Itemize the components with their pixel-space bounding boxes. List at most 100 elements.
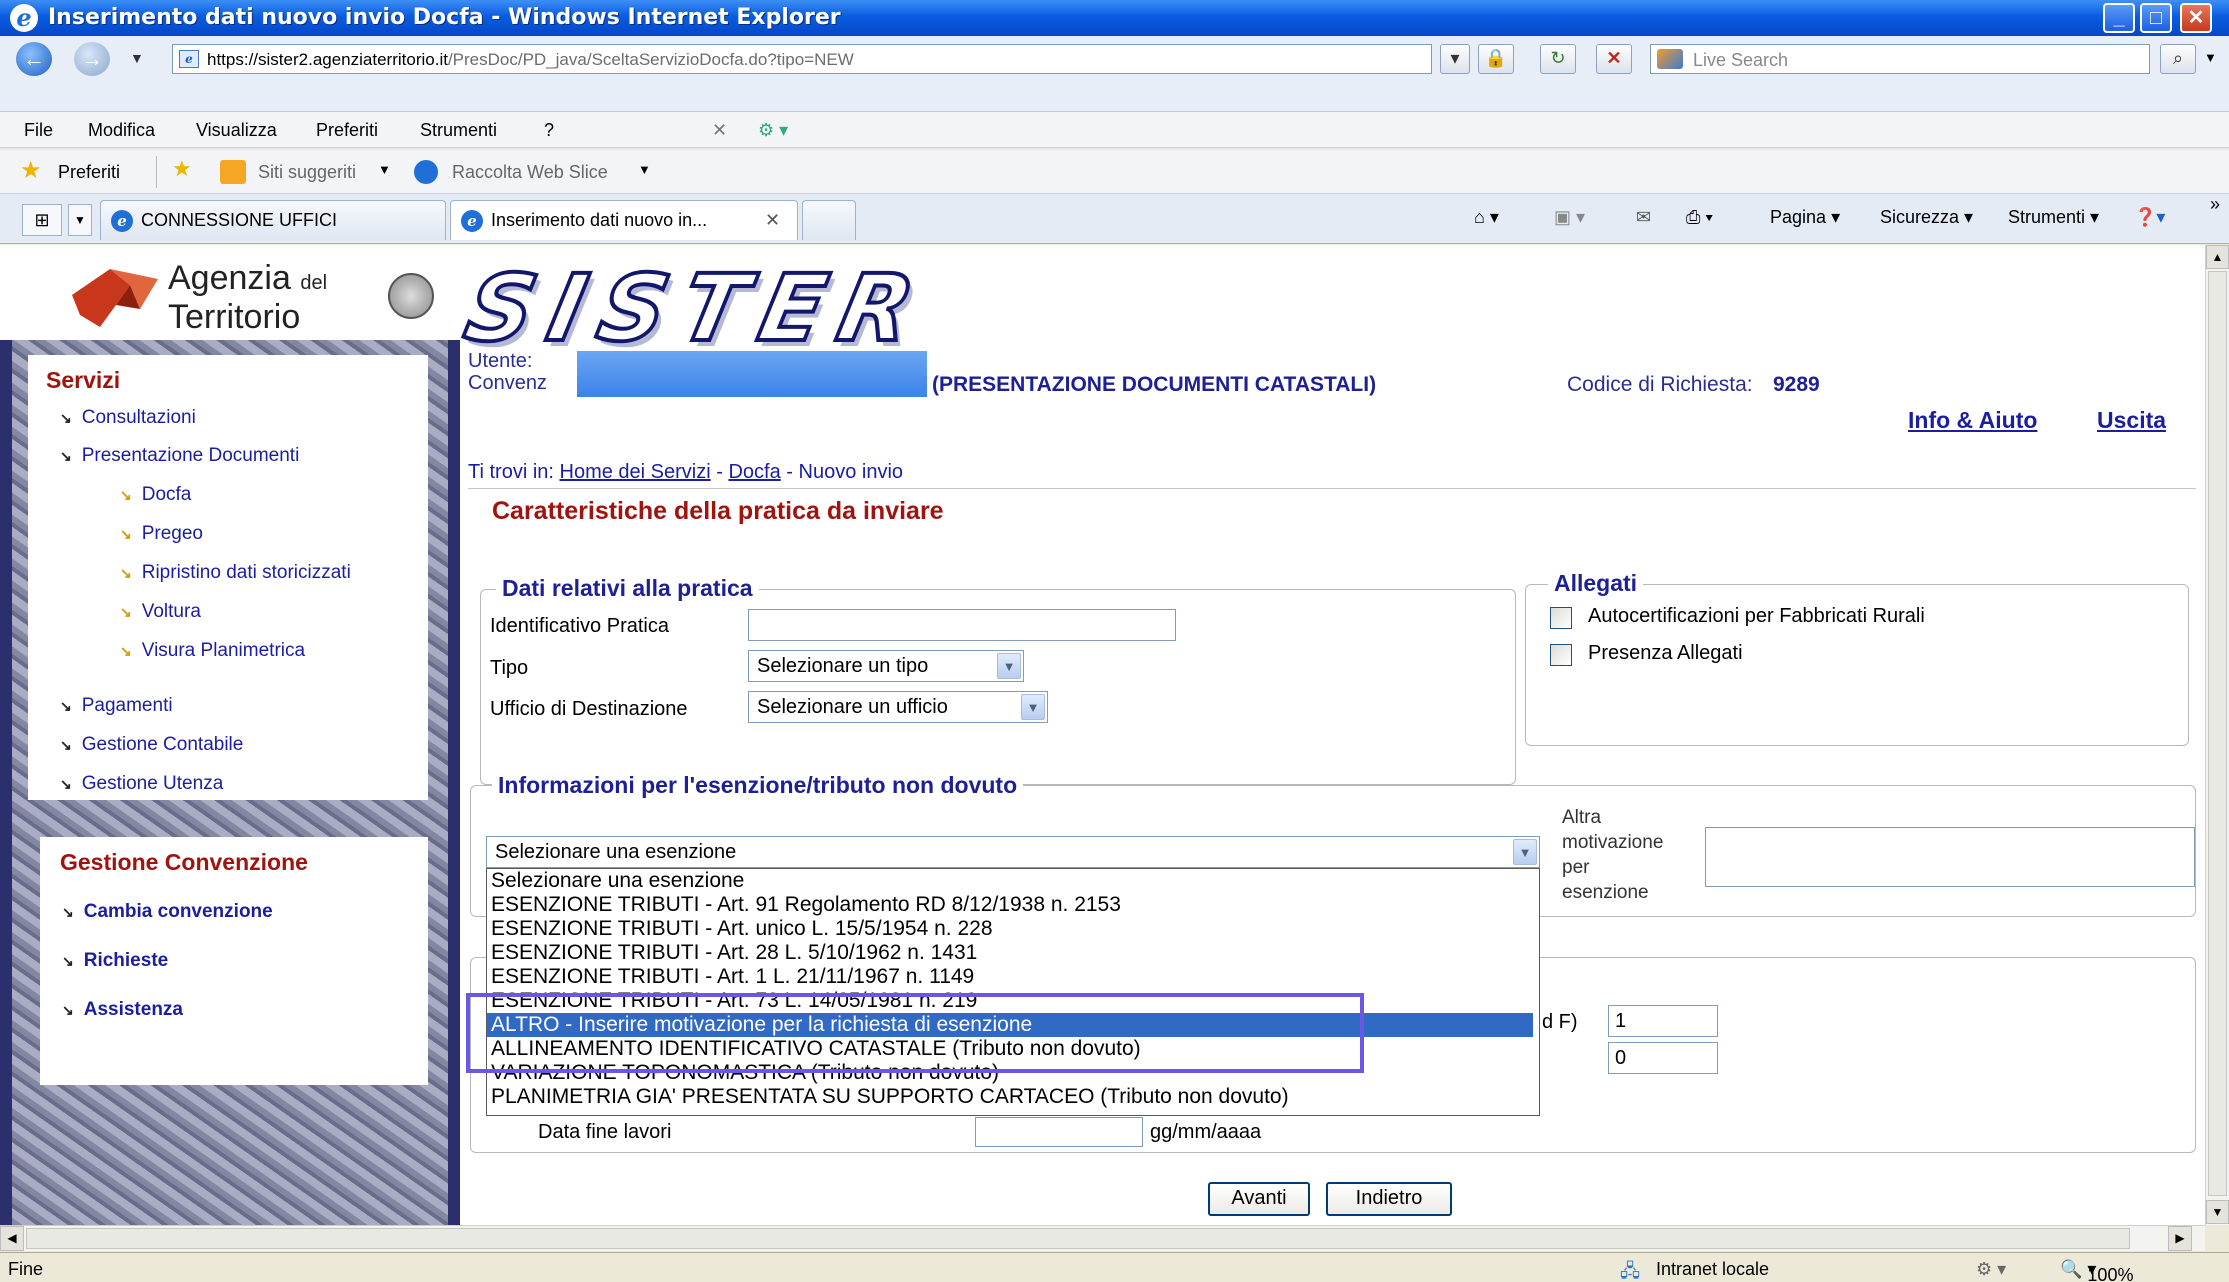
- nav-gestione-contabile[interactable]: ↘ Gestione Contabile: [60, 734, 243, 756]
- pratica-id-label: Identificativo Pratica: [490, 615, 669, 637]
- quick-tabs-icon[interactable]: ⊞: [22, 204, 62, 236]
- minimize-button[interactable]: _: [2103, 3, 2135, 33]
- window-title: Inserimento dati nuovo invio Docfa - Win…: [48, 5, 841, 30]
- menu-preferiti[interactable]: Preferiti: [316, 120, 378, 141]
- nav-label: Richieste: [83, 950, 169, 971]
- chevron-more-icon[interactable]: »: [2210, 194, 2220, 215]
- back-button[interactable]: Indietro: [1326, 1182, 1452, 1216]
- horizontal-scrollbar[interactable]: ◀ ▶: [0, 1225, 2205, 1251]
- lock-icon[interactable]: 🔒: [1478, 44, 1514, 74]
- nav-docfa[interactable]: ↘ Docfa: [120, 484, 191, 506]
- address-input[interactable]: e https://sister2.agenziaterritorio.it/P…: [172, 44, 1432, 74]
- convention-label: Convenz: [468, 372, 547, 394]
- other-motivation-textarea[interactable]: [1705, 827, 2195, 887]
- esenzione-option[interactable]: PLANIMETRIA GIA' PRESENTATA SU SUPPORTO …: [491, 1085, 1289, 1109]
- close-tab-icon[interactable]: ✕: [765, 201, 780, 239]
- esenzione-option[interactable]: ESENZIONE TRIBUTI - Art. 28 L. 5/10/1962…: [491, 941, 977, 965]
- close-window-button[interactable]: ✕: [2180, 3, 2212, 33]
- tab-inserimento[interactable]: e Inserimento dati nuovo in... ✕: [450, 200, 798, 240]
- pratica-office-select[interactable]: Selezionare un ufficio ▼: [748, 691, 1048, 723]
- lower-field-1[interactable]: 1: [1608, 1005, 1718, 1037]
- feeds-icon[interactable]: ▣ ▾: [1554, 207, 1585, 228]
- stop-icon[interactable]: ✕: [1596, 44, 1632, 74]
- print-icon[interactable]: ⎙ ▾: [1686, 207, 1713, 228]
- nav-assistenza[interactable]: ↘ Assistenza: [62, 999, 183, 1021]
- nav-label: Assistenza: [83, 999, 184, 1020]
- esenzione-option[interactable]: ESENZIONE TRIBUTI - Art. 91 Regolamento …: [491, 893, 1121, 917]
- exit-link[interactable]: Uscita: [2097, 407, 2166, 434]
- menu-visualizza[interactable]: Visualizza: [196, 120, 277, 141]
- new-tab-button[interactable]: [802, 200, 856, 240]
- breadcrumb-home-link[interactable]: Home dei Servizi: [560, 461, 711, 483]
- horizontal-scroll-thumb[interactable]: [26, 1228, 2130, 1249]
- menu-file[interactable]: File: [24, 120, 53, 141]
- nav-visura-planimetrica[interactable]: ↘ Visura Planimetrica: [120, 640, 305, 662]
- next-button[interactable]: Avanti: [1208, 1182, 1310, 1216]
- protected-mode-icon[interactable]: ⚙ ▾: [1976, 1259, 2006, 1280]
- vertical-scroll-thumb[interactable]: [2208, 271, 2227, 1196]
- maximize-button[interactable]: □: [2140, 3, 2172, 33]
- nav-pagamenti[interactable]: ↘ Pagamenti: [60, 695, 173, 717]
- nav-richieste[interactable]: ↘ Richieste: [62, 950, 168, 972]
- tab-list-icon[interactable]: ▼: [68, 204, 92, 236]
- refresh-icon[interactable]: ↻: [1540, 44, 1576, 74]
- allegati-presence-checkbox[interactable]: [1550, 644, 1572, 666]
- tab-connessione-uffici[interactable]: e CONNESSIONE UFFICI: [100, 200, 446, 240]
- esenzione-option[interactable]: ESENZIONE TRIBUTI - Art. unico L. 15/5/1…: [491, 917, 993, 941]
- chevron-down-icon: ▼: [1513, 839, 1537, 865]
- security-menu[interactable]: Sicurezza ▾: [1880, 207, 1973, 228]
- home-icon[interactable]: ⌂ ▾: [1474, 207, 1499, 228]
- nav-pregeo[interactable]: ↘ Pregeo: [120, 523, 203, 545]
- favorites-button[interactable]: Preferiti: [58, 162, 120, 183]
- search-go-icon[interactable]: ⌕: [2160, 44, 2196, 74]
- menu-modifica[interactable]: Modifica: [88, 120, 155, 141]
- nav-label: Gestione Utenza: [81, 773, 224, 794]
- suggested-dropdown-icon[interactable]: ▼: [378, 162, 391, 177]
- end-date-input[interactable]: [975, 1117, 1143, 1147]
- nav-consultazioni[interactable]: ↘ Consultazioni: [60, 407, 196, 429]
- scroll-down-icon[interactable]: ▼: [2206, 1200, 2229, 1224]
- nav-ripristino[interactable]: ↘ Ripristino dati storicizzati: [120, 562, 351, 584]
- window-titlebar: e Inserimento dati nuovo invio Docfa - W…: [0, 0, 2229, 36]
- search-input[interactable]: Live Search: [1650, 44, 2150, 74]
- esenzione-select[interactable]: Selezionare una esenzione ▼: [486, 836, 1540, 868]
- vertical-scrollbar[interactable]: ▲ ▼: [2205, 245, 2229, 1225]
- breadcrumb-docfa-link[interactable]: Docfa: [728, 461, 780, 483]
- pratica-type-select[interactable]: Selezionare un tipo ▼: [748, 650, 1024, 682]
- back-icon[interactable]: ←: [16, 42, 52, 76]
- nav-presentazione-documenti[interactable]: ↘ Presentazione Documenti: [60, 445, 299, 467]
- nav-cambia-convenzione[interactable]: ↘ Cambia convenzione: [62, 901, 273, 923]
- webslice-link[interactable]: Raccolta Web Slice: [452, 162, 608, 183]
- webslice-dropdown-icon[interactable]: ▼: [638, 162, 651, 177]
- menu-help[interactable]: ?: [544, 120, 554, 141]
- tools-menu[interactable]: Strumenti ▾: [2008, 207, 2099, 228]
- translate-icon[interactable]: ⚙ ▾: [758, 120, 788, 141]
- suggested-sites-link[interactable]: Siti suggeriti: [258, 162, 356, 183]
- nav-label: Presentazione Documenti: [81, 445, 300, 466]
- zoom-control[interactable]: 🔍 100% ▾: [2060, 1259, 2133, 1282]
- page-icon: e: [179, 50, 199, 68]
- scroll-up-icon[interactable]: ▲: [2206, 245, 2229, 269]
- mail-icon[interactable]: ✉: [1636, 207, 1651, 228]
- menu-strumenti[interactable]: Strumenti: [420, 120, 497, 141]
- scroll-right-icon[interactable]: ▶: [2168, 1226, 2192, 1251]
- address-dropdown-icon[interactable]: ▾: [1440, 44, 1470, 74]
- scroll-left-icon[interactable]: ◀: [0, 1226, 24, 1251]
- autocert-checkbox[interactable]: [1550, 607, 1572, 629]
- nav-voltura[interactable]: ↘ Voltura: [120, 601, 201, 623]
- lower-field-2[interactable]: 0: [1608, 1042, 1718, 1074]
- pratica-id-input[interactable]: [748, 609, 1176, 641]
- help-icon[interactable]: ❓▾: [2134, 207, 2165, 228]
- page-menu[interactable]: Pagina ▾: [1770, 207, 1840, 228]
- other-label-line: esenzione: [1562, 882, 1649, 903]
- help-link[interactable]: Info & Aiuto: [1908, 407, 2037, 434]
- nav-gestione-utenza[interactable]: ↘ Gestione Utenza: [60, 773, 223, 795]
- add-favorite-icon[interactable]: ★: [172, 156, 192, 182]
- history-dropdown-icon[interactable]: ▼: [130, 50, 144, 66]
- url-path: /PresDoc/PD_java/SceltaServizioDocfa.do?…: [447, 50, 854, 69]
- close-toolbar-icon[interactable]: ✕: [712, 120, 727, 141]
- forward-icon[interactable]: →: [74, 42, 110, 76]
- search-options-icon[interactable]: ▼: [2204, 50, 2217, 65]
- esenzione-option[interactable]: ESENZIONE TRIBUTI - Art. 1 L. 21/11/1967…: [491, 965, 974, 989]
- esenzione-option[interactable]: Selezionare una esenzione: [491, 869, 744, 893]
